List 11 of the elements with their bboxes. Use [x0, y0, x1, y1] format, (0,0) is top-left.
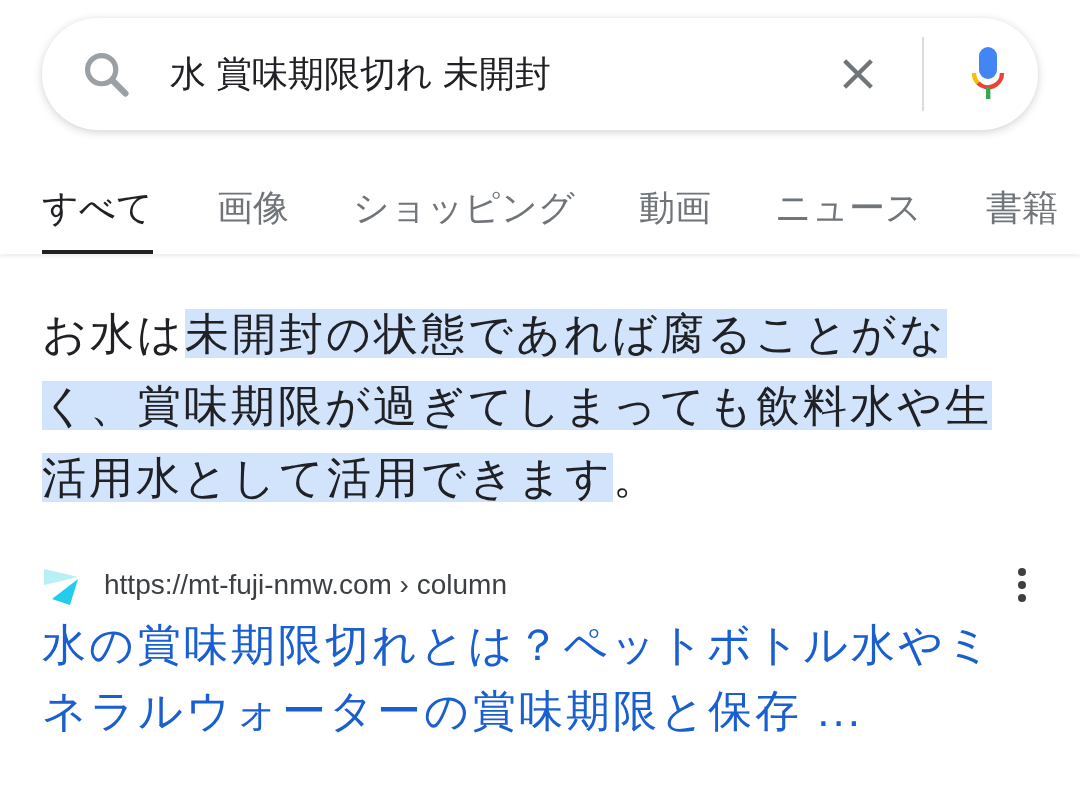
tab[interactable]: ニュース	[775, 190, 922, 254]
result-title-link[interactable]: 水の賞味期限切れとは？ペットボトル水やミネラルウォーターの賞味期限と保存 ...	[42, 612, 1038, 744]
more-options-icon[interactable]	[1016, 565, 1028, 605]
snippet-text: お水は未開封の状態であれば腐ることがなく、賞味期限が過ぎてしまっても飲料水や生活用水として活用できます。	[42, 308, 993, 504]
tab[interactable]: 書籍	[986, 190, 1058, 254]
tab[interactable]: 画像	[217, 190, 289, 254]
result-url[interactable]: https://mt-fuji-nmw.com › column	[104, 564, 507, 606]
search-field[interactable]: 水 賞味期限切れ 未開封	[170, 47, 838, 101]
tab[interactable]: ショッピング	[353, 190, 575, 254]
tab[interactable]: 動画	[639, 190, 711, 254]
tab[interactable]: すべて	[42, 190, 153, 254]
